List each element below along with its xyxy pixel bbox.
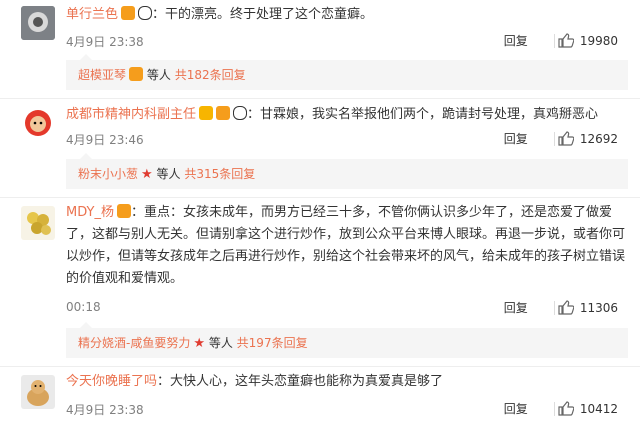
avatar[interactable] [21, 375, 55, 409]
like-icon[interactable] [558, 131, 574, 146]
comment-actions: 回复 10412 [504, 400, 618, 417]
sub-reply-mid: 等人 [146, 68, 171, 82]
panda-icon [138, 6, 153, 20]
reply-button[interactable]: 回复 [504, 400, 528, 417]
like-count: 12692 [579, 131, 618, 146]
comment-item: MDY_杨 ：重点：女孩未成年，而男方已经三十多，不管你俩认识多少年了，还是恋爱了… [0, 198, 640, 362]
reply-button[interactable]: 回复 [504, 32, 528, 49]
comment-text: MDY_杨 ：重点：女孩未成年，而男方已经三十多，不管你俩认识多少年了，还是恋爱了… [66, 202, 628, 290]
comment-text: 单行兰色 ：干的漂亮。终于处理了这个恋童癖。 [66, 4, 628, 26]
comment-username[interactable]: 成都市精神内科副主任 [66, 107, 196, 122]
verified-v-icon [199, 106, 214, 120]
sub-replies-box[interactable]: 超模亚琴 等人 共182条回复 [66, 54, 628, 90]
like-count: 19980 [579, 33, 618, 48]
vip-badge-icon [129, 67, 144, 81]
comment-actions: 回复 12692 [504, 130, 618, 147]
sub-reply-user[interactable]: 超模亚琴 [78, 68, 126, 82]
comment-item: 成都市精神内科副主任 ：甘霖娘，我实名举报他们两个，跪请封号处理，真鸡掰恶心 4月… [0, 99, 640, 197]
actions-divider [554, 132, 555, 146]
like-count: 11306 [579, 300, 618, 315]
comment-time: 4月9日 23:46 [66, 133, 144, 147]
comment-text: 今天你晚睡了吗：大快人心，这年头恋童癖也能称为真爱真是够了 [66, 371, 628, 393]
comment-item: 今天你晚睡了吗：大快人心，这年头恋童癖也能称为真爱真是够了 4月9日 23:38… [0, 367, 640, 422]
like-icon[interactable] [558, 401, 574, 416]
avatar[interactable] [21, 6, 55, 40]
reply-button[interactable]: 回复 [504, 130, 528, 147]
sub-box-arrow [80, 54, 92, 60]
like-count: 10412 [579, 401, 618, 416]
sub-box-arrow [80, 153, 92, 159]
comment-time: 00:18 [66, 300, 101, 314]
sub-replies-box[interactable]: 精分娆酒-咸鱼要努力 ★ 等人 共197条回复 [66, 322, 628, 358]
like-icon[interactable] [558, 33, 574, 48]
comment-username[interactable]: MDY_杨 [66, 205, 114, 220]
sub-reply-mid: 等人 [208, 336, 233, 350]
sub-reply-user[interactable]: 粉末小小葱 [78, 167, 138, 181]
avatar[interactable] [21, 105, 55, 139]
like-icon[interactable] [558, 300, 574, 315]
panda-icon [233, 106, 248, 120]
sub-reply-total[interactable]: 共315条回复 [184, 167, 255, 181]
sub-replies-box[interactable]: 粉末小小葱 ★ 等人 共315条回复 [66, 153, 628, 189]
vip-badge-icon [116, 204, 131, 218]
sub-reply-total[interactable]: 共197条回复 [237, 336, 308, 350]
comment-text: 成都市精神内科副主任 ：甘霖娘，我实名举报他们两个，跪请封号处理，真鸡掰恶心 [66, 104, 628, 126]
actions-divider [554, 301, 555, 315]
star-icon: ★ [193, 336, 205, 351]
reply-button[interactable]: 回复 [504, 299, 528, 316]
comment-username[interactable]: 单行兰色 [66, 7, 118, 22]
comment-item: 单行兰色 ：干的漂亮。终于处理了这个恋童癖。 4月9日 23:38 回复 1998… [0, 0, 640, 98]
sub-reply-total[interactable]: 共182条回复 [175, 68, 246, 82]
star-icon: ★ [141, 167, 153, 182]
comment-body: ：干的漂亮。终于处理了这个恋童癖。 [152, 7, 374, 22]
vip-badge-icon [216, 106, 231, 120]
comment-actions: 回复 11306 [504, 299, 618, 316]
comment-body: ：大快人心，这年头恋童癖也能称为真爱真是够了 [157, 374, 444, 389]
comment-actions: 回复 19980 [504, 32, 618, 49]
avatar[interactable] [21, 206, 55, 240]
comment-body: ：甘霖娘，我实名举报他们两个，跪请封号处理，真鸡掰恶心 [247, 107, 599, 122]
comment-username[interactable]: 今天你晚睡了吗 [66, 374, 157, 389]
comment-time: 4月9日 23:38 [66, 403, 144, 417]
sub-reply-mid: 等人 [156, 167, 181, 181]
sub-box-arrow [80, 322, 92, 328]
comment-time: 4月9日 23:38 [66, 35, 144, 49]
sub-reply-user[interactable]: 精分娆酒-咸鱼要努力 [78, 336, 190, 350]
vip-badge-icon [121, 6, 136, 20]
comment-body: ：重点：女孩未成年，而男方已经三十多，不管你俩认识多少年了，还是恋爱了做爱了，这… [66, 205, 626, 286]
actions-divider [554, 34, 555, 48]
actions-divider [554, 402, 555, 416]
